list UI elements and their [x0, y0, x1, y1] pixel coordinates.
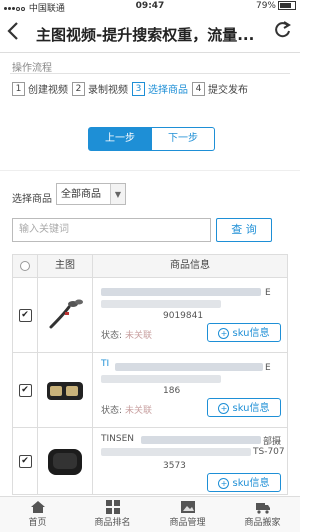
search-input[interactable]: 输入关键词 — [12, 218, 211, 242]
step-list: 1 创建视频 2 录制视频 3 选择商品 4 提交发布 — [12, 81, 252, 96]
sku-info-button[interactable]: + sku信息 — [207, 323, 281, 342]
status-bar: 中国联通 09:47 79% — [0, 0, 300, 14]
battery-icon — [278, 1, 296, 10]
title-tail: E — [265, 363, 271, 373]
page-title: 主图视频-提升搜索权重，流量... — [36, 26, 255, 44]
prev-button[interactable]: 上一步 — [88, 127, 152, 151]
truck-icon — [255, 503, 270, 514]
product-id: 3573 — [163, 461, 186, 471]
model-code: TS-707 — [253, 447, 285, 457]
step-submit: 4 提交发布 — [192, 81, 248, 96]
search-button[interactable]: 查 询 — [216, 218, 272, 242]
row-checkbox[interactable]: ✔ — [18, 454, 32, 468]
title-start: TI — [101, 359, 110, 369]
product-table: 主图 商品信息 ✔ E 9019841 状态: 未关联 + sku信息 ✔ TI… — [12, 254, 288, 495]
plus-icon: + — [218, 403, 230, 414]
tab-home[interactable]: 首页 — [0, 497, 75, 532]
bottom-tabbar: 首页 商品排名 商品管理 商品搬家 — [0, 496, 300, 532]
plus-icon: + — [218, 478, 230, 489]
tab-move[interactable]: 商品搬家 — [225, 497, 300, 532]
seat-image — [43, 439, 87, 483]
blurred-subtitle — [101, 375, 221, 383]
title-start: TINSEN — [101, 434, 135, 444]
select-all-checkbox[interactable] — [13, 255, 38, 277]
home-icon — [30, 501, 45, 513]
step-create: 1 创建视频 — [12, 81, 68, 96]
divider — [0, 170, 300, 171]
category-select[interactable]: 全部商品 ▼ — [56, 183, 126, 205]
blurred-subtitle — [101, 448, 251, 456]
tab-ranking[interactable]: 商品排名 — [75, 497, 150, 532]
divider — [10, 73, 290, 74]
next-button[interactable]: 下一步 — [152, 127, 215, 151]
sku-info-button[interactable]: + sku信息 — [207, 398, 281, 417]
product-id: 186 — [163, 386, 181, 396]
title-tail: E — [265, 288, 271, 298]
step-select-active: 3 选择商品 — [132, 81, 188, 96]
product-thumbnail — [38, 278, 93, 352]
massager-image — [43, 293, 87, 337]
cushion-image — [43, 368, 87, 412]
back-icon[interactable] — [6, 21, 20, 46]
flow-title: 操作流程 — [12, 63, 52, 74]
header: 主图视频-提升搜索权重，流量... — [0, 14, 300, 53]
sku-info-button[interactable]: + sku信息 — [207, 473, 281, 492]
chevron-down-icon: ▼ — [110, 184, 125, 204]
battery: 79% — [256, 1, 296, 11]
product-thumbnail — [38, 428, 93, 494]
blurred-title — [141, 436, 261, 444]
tab-products[interactable]: 商品管理 — [150, 497, 225, 532]
status-value: 未关联 — [125, 406, 153, 416]
header-info: 商品信息 — [170, 260, 210, 271]
row-checkbox[interactable]: ✔ — [18, 383, 32, 397]
title-tail: 部摄 — [263, 437, 282, 447]
step-nav: 上一步 下一步 — [88, 127, 215, 151]
status-value: 未关联 — [125, 331, 153, 341]
refresh-icon[interactable] — [274, 20, 292, 45]
blurred-subtitle — [101, 300, 221, 308]
step-record: 2 录制视频 — [72, 81, 128, 96]
grid-icon — [105, 500, 120, 514]
status-label: 状态: — [101, 331, 123, 341]
blurred-title — [101, 288, 261, 296]
select-label: 选择商品 — [12, 194, 52, 205]
row-checkbox[interactable]: ✔ — [18, 308, 32, 322]
table-row: ✔ E 9019841 状态: 未关联 + sku信息 — [13, 278, 287, 353]
status-label: 状态: — [101, 406, 123, 416]
header-image: 主图 — [38, 255, 93, 277]
product-id: 9019841 — [163, 311, 204, 321]
table-header: 主图 商品信息 — [13, 255, 287, 278]
blurred-title — [115, 363, 263, 371]
table-row: ✔ TI E 186 状态: 未关联 + sku信息 — [13, 353, 287, 428]
plus-icon: + — [218, 328, 230, 339]
table-row: ✔ TINSEN 部摄 TS-707 3573 + sku信息 — [13, 428, 287, 494]
product-thumbnail — [38, 353, 93, 427]
image-icon — [180, 501, 195, 513]
